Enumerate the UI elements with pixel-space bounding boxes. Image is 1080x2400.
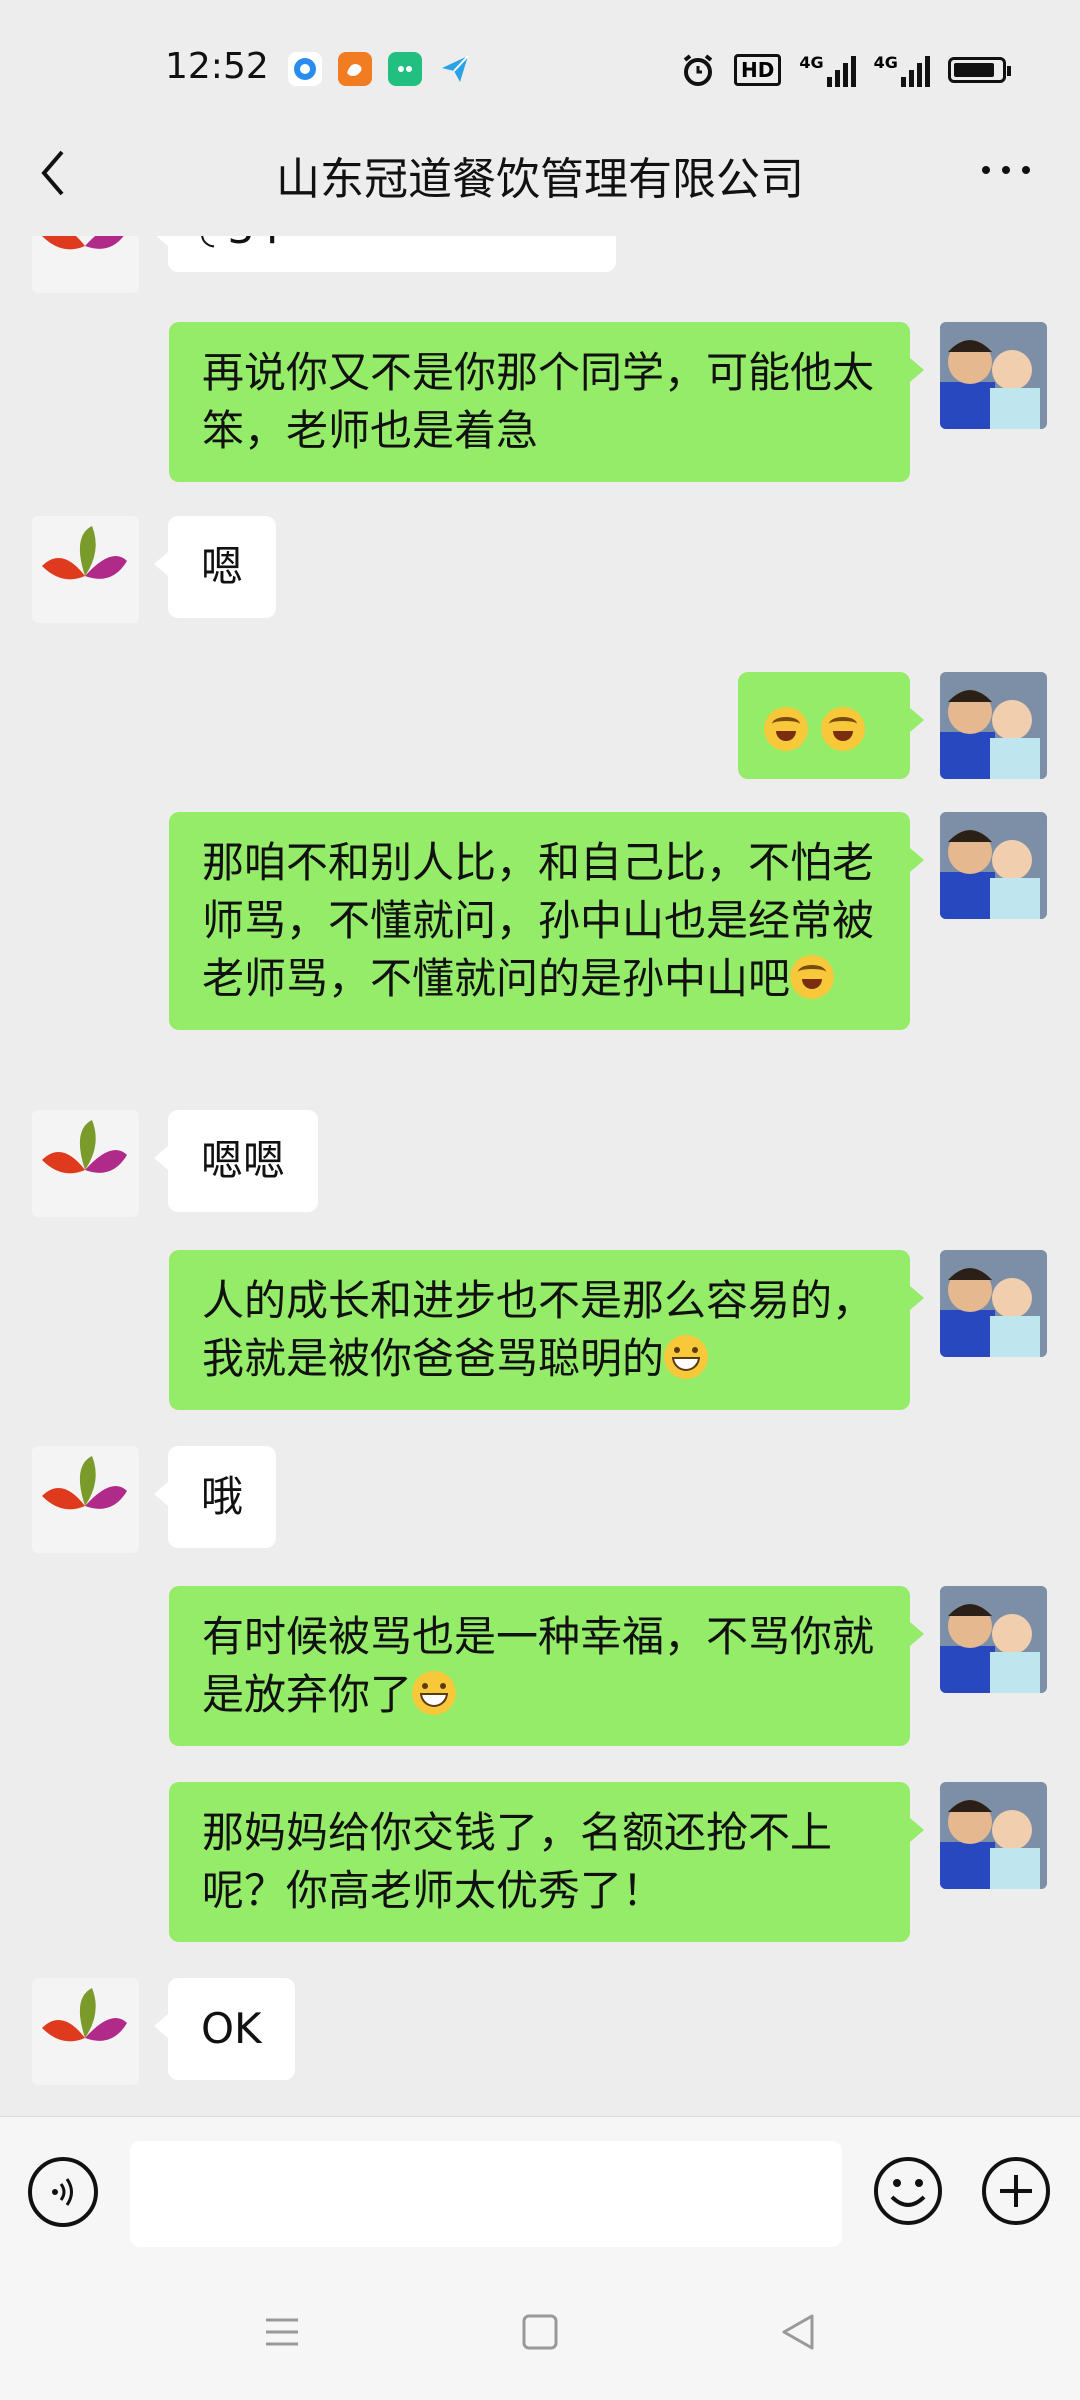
message-text: 人的成长和进步也不是那么容易的，我就是被你爸爸骂聪明的 [202, 1276, 875, 1383]
input-bar [0, 2116, 1080, 2261]
contact-avatar[interactable] [32, 1978, 139, 2085]
message-bubble[interactable]: 嗯嗯 [153, 1110, 319, 1212]
message-bubble[interactable]: 有时候被骂也是一种幸福，不骂你就是放弃你了 [169, 1586, 924, 1746]
my-avatar[interactable] [940, 672, 1047, 779]
voice-mode-button[interactable] [28, 2157, 98, 2227]
message-text: OK [201, 2004, 262, 2053]
message-bubble[interactable]: 人的成长和进步也不是那么容易的，我就是被你爸爸骂聪明的 [169, 1250, 924, 1410]
chat-title: 山东冠道餐饮管理有限公司 [276, 154, 804, 205]
contact-avatar[interactable] [32, 516, 139, 623]
home-icon[interactable] [520, 2312, 560, 2352]
notification-icons [288, 52, 472, 86]
message-text: 嗯 [201, 542, 244, 591]
laugh-cry-emoji [790, 955, 835, 999]
voice-message-bubble[interactable]: ◟ 34 [154, 236, 616, 272]
send-icon [438, 52, 472, 86]
message-text: 哦 [201, 1472, 244, 1521]
message-text: 再说你又不是你那个同学，可能他太笨，老师也是着急 [202, 348, 875, 455]
message-text: 嗯嗯 [201, 1136, 286, 1185]
menu-icon[interactable] [262, 2312, 302, 2352]
message-text: 有时候被骂也是一种幸福，不骂你就是放弃你了 [202, 1612, 875, 1719]
emoji-icon[interactable] [872, 2155, 944, 2227]
message-input[interactable] [130, 2141, 842, 2247]
signal-4g-icon: 4G [799, 53, 856, 87]
message-bubble[interactable]: OK [154, 1978, 295, 2080]
message-list[interactable]: ◟ 34 再说你又不是你那个同学，可能他太笨，老师也是着急 嗯 [0, 236, 1080, 2116]
contact-avatar[interactable] [32, 1446, 139, 1553]
grin-emoji [664, 1335, 709, 1379]
message-text: 那咱不和别人比，和自己比，不怕老师骂，不懂就问，孙中山也是经常被老师骂，不懂就问… [202, 838, 875, 1003]
laugh-cry-emoji [764, 707, 808, 751]
status-time: 12:52 [165, 46, 269, 87]
grin-emoji [412, 1671, 457, 1715]
wechat-mini-icon [388, 52, 422, 86]
alarm-icon [683, 54, 713, 86]
browser-icon [288, 52, 322, 86]
message-bubble[interactable]: 嗯 [153, 516, 277, 618]
contact-avatar[interactable] [32, 236, 139, 293]
message-bubble[interactable] [738, 672, 924, 779]
my-avatar[interactable] [940, 1250, 1047, 1357]
signal-4g-icon-2: 4G [874, 53, 930, 87]
contact-avatar[interactable] [32, 1110, 139, 1217]
my-avatar[interactable] [940, 812, 1047, 919]
system-icons: HD 4G 4G [680, 52, 1011, 88]
laugh-cry-emoji [821, 707, 866, 751]
message-bubble[interactable]: 哦 [153, 1446, 277, 1548]
plus-icon[interactable] [980, 2155, 1052, 2227]
back-triangle-icon[interactable] [778, 2312, 818, 2352]
battery-icon [947, 57, 1011, 83]
my-avatar[interactable] [940, 322, 1047, 429]
message-bubble[interactable]: 那妈妈给你交钱了，名额还抢不上呢？你高老师太优秀了！ [169, 1782, 924, 1942]
system-nav-bar [0, 2260, 1080, 2400]
message-bubble[interactable]: 再说你又不是你那个同学，可能他太笨，老师也是着急 [169, 322, 924, 482]
my-avatar[interactable] [940, 1782, 1047, 1889]
voice-duration: 34 [228, 236, 281, 253]
uc-browser-icon [338, 52, 372, 86]
more-icon[interactable] [978, 160, 1034, 180]
message-bubble[interactable]: 那咱不和别人比，和自己比，不怕老师骂，不懂就问，孙中山也是经常被老师骂，不懂就问… [169, 812, 924, 1030]
status-bar: 12:52 HD 4G 4G [0, 0, 1080, 140]
hd-icon: HD [734, 54, 782, 86]
voice-mode-icon [52, 2178, 73, 2206]
voice-wave-icon: ◟ [201, 236, 214, 252]
message-text: 那妈妈给你交钱了，名额还抢不上呢？你高老师太优秀了！ [202, 1808, 833, 1915]
my-avatar[interactable] [940, 1586, 1047, 1693]
